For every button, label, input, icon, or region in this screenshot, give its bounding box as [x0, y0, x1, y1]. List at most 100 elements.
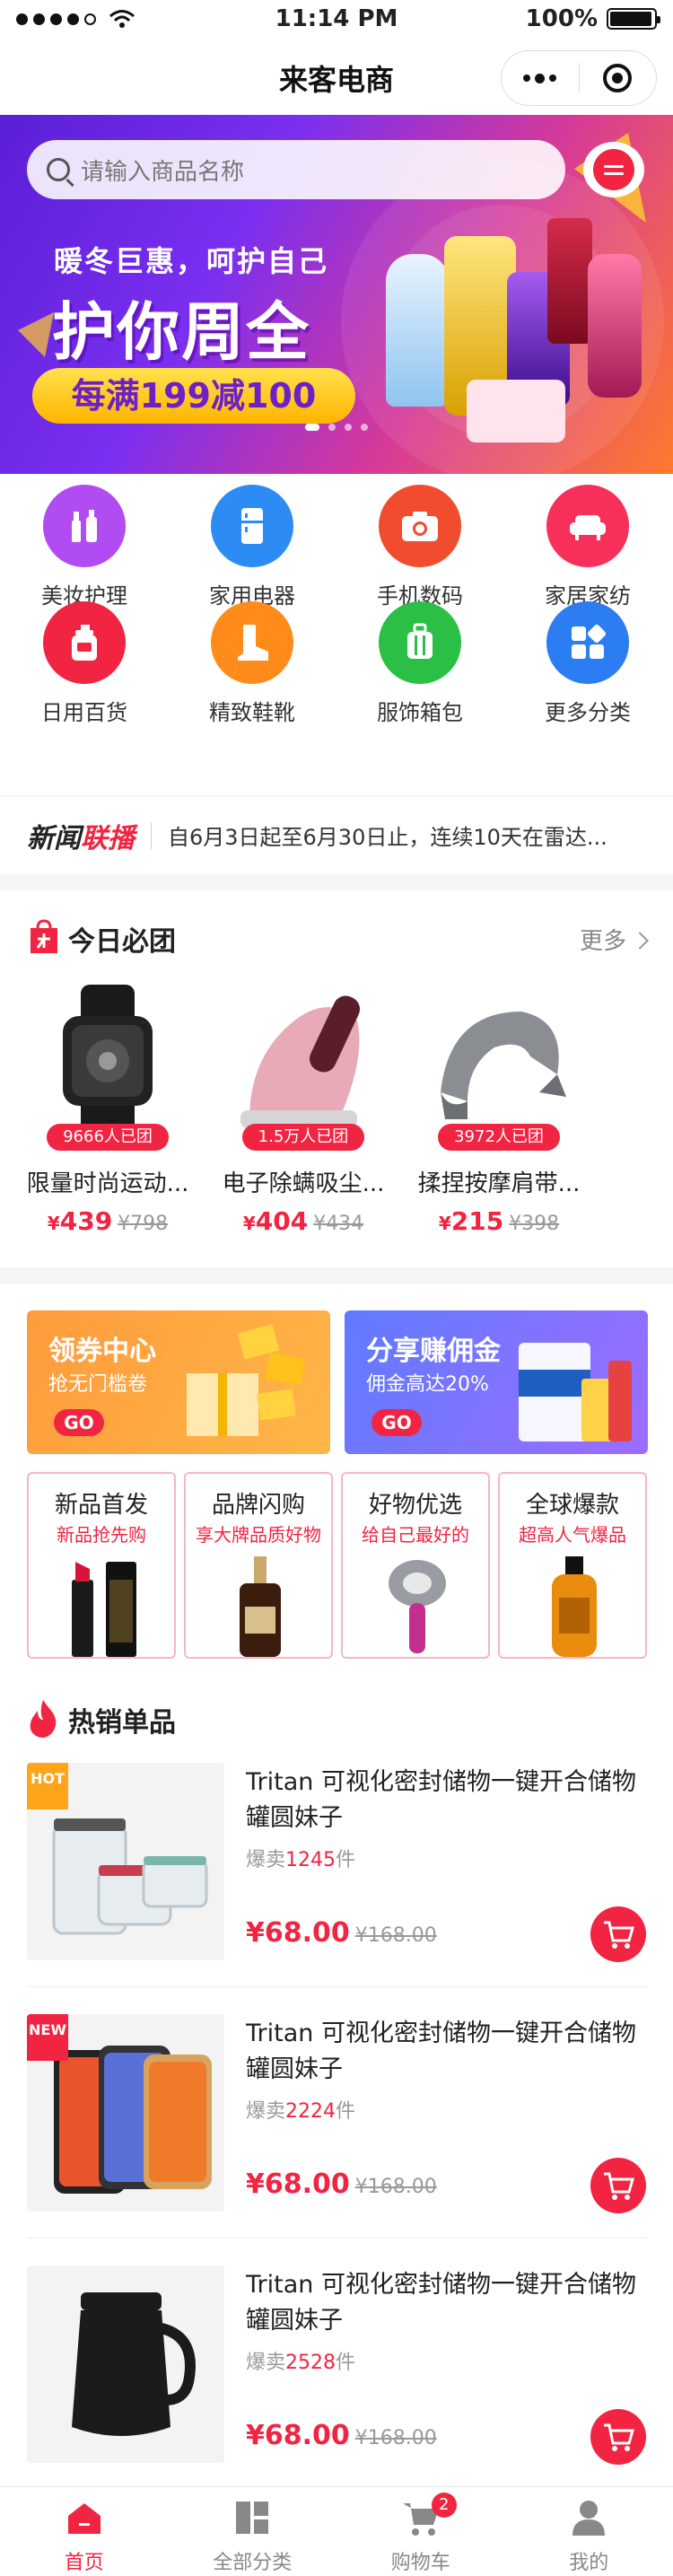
- product-title: Tritan 可视化密封储物一键开合储物罐圆妹子: [246, 1768, 636, 1832]
- currency-symbol: ¥: [246, 2169, 265, 2200]
- add-to-cart-button[interactable]: [590, 2158, 646, 2213]
- camera-icon: [379, 485, 461, 567]
- today-product-row: 9666人已团 限量时尚运动... ¥439 ¥798 1.5万人已团 电子除螨吸尘...…: [0, 980, 673, 1249]
- tab-cart[interactable]: 2 购物车: [336, 2487, 505, 2576]
- sold-count: 爆卖1245件: [246, 1849, 356, 1871]
- group-buy-product[interactable]: 限量¥4: [605, 980, 673, 1231]
- product-name: 限量时尚运动...: [26, 1170, 189, 1197]
- add-to-cart-button[interactable]: [590, 2409, 646, 2465]
- cart-count-badge: 2: [431, 2493, 457, 2518]
- sold-count: 爆卖2224件: [246, 2100, 356, 2123]
- hot-header: 热销单品: [0, 1682, 673, 1754]
- bottle-icon: [43, 601, 126, 684]
- page: 11:14 PM 100% 来客电商 请输入商品名称 暖冬巨惠，呵护自己 护你周…: [0, 0, 673, 2576]
- coupon-center-subtitle: 抢无门槛卷: [48, 1373, 148, 1396]
- makeup-icon: [43, 485, 126, 567]
- feature-card-image: [377, 1553, 458, 1657]
- category-grid[interactable]: 更多分类: [516, 601, 660, 736]
- product-name: 揉捏按摩肩带...: [417, 1170, 581, 1197]
- feature-card[interactable]: 好物优选 给自己最好的: [341, 1472, 490, 1659]
- feature-card-subtitle: 新品抢先购: [57, 1524, 146, 1546]
- today-more-link[interactable]: 更多: [580, 923, 646, 956]
- tab-label: 首页: [64, 2552, 104, 2574]
- hero-banner[interactable]: 请输入商品名称 暖冬巨惠，呵护自己 护你周全 每满199减100: [0, 115, 673, 474]
- share-commission-card[interactable]: 分享赚佣金 佣金高达20% GO: [345, 1310, 648, 1454]
- coupon-go-button[interactable]: GO: [54, 1409, 104, 1436]
- tab-home[interactable]: 首页: [0, 2487, 169, 2576]
- close-program-button[interactable]: [580, 51, 657, 105]
- fire-icon: [30, 1700, 57, 1738]
- banner-headline: 护你周全: [52, 295, 310, 369]
- tab-category[interactable]: 全部分类: [169, 2487, 337, 2576]
- mini-program-capsule: [501, 50, 657, 106]
- original-price: ¥168.00: [354, 1924, 437, 1947]
- feature-card[interactable]: 全球爆款 超高人气爆品: [498, 1472, 647, 1659]
- news-text[interactable]: 自6月3日起至6月30日止，连续10天在雷达...: [168, 819, 607, 851]
- group-buy-product[interactable]: 1.5万人已团 电子除螨吸尘... ¥404 ¥434: [214, 980, 393, 1236]
- news-ticker[interactable]: 新闻联播 自6月3日起至6月30日止，连续10天在雷达...: [0, 795, 673, 874]
- currency-symbol: ¥: [438, 1213, 451, 1234]
- feature-card[interactable]: 品牌闪购 享大牌品质好物: [184, 1472, 333, 1659]
- tab-label: 购物车: [390, 2552, 450, 2574]
- product-image: [418, 980, 580, 1142]
- coupon-center-title: 领券中心: [48, 1336, 156, 1367]
- group-count-badge: 3972人已团: [438, 1124, 560, 1151]
- bottom-tab-bar: 首页 全部分类 2 购物车 我的: [0, 2486, 673, 2576]
- search-bar[interactable]: 请输入商品名称: [27, 140, 565, 199]
- share-go-button[interactable]: GO: [371, 1409, 422, 1436]
- product-image: [223, 980, 384, 1142]
- original-price: ¥398: [509, 1213, 560, 1235]
- more-menu-button[interactable]: [502, 51, 579, 105]
- group-buy-product[interactable]: 3972人已团 揉捏按摩肩带... ¥215 ¥398: [409, 980, 589, 1236]
- message-button[interactable]: [583, 142, 644, 197]
- add-to-cart-button[interactable]: [590, 1906, 646, 1962]
- section-divider: [0, 874, 673, 890]
- fridge-icon: [211, 485, 293, 567]
- tab-user[interactable]: 我的: [505, 2487, 673, 2576]
- product-tag: NEW: [27, 2014, 68, 2061]
- category-boot[interactable]: 精致鞋靴: [180, 601, 324, 736]
- category-label: 精致鞋靴: [209, 700, 295, 725]
- feature-card[interactable]: 新品首发 新品抢先购: [27, 1472, 176, 1659]
- group-buy-product[interactable]: 9666人已团 限量时尚运动... ¥439 ¥798: [18, 980, 197, 1236]
- share-commission-subtitle: 佣金高达20%: [366, 1373, 489, 1396]
- category-sofa[interactable]: 家居家纺: [516, 485, 660, 619]
- share-commission-title: 分享赚佣金: [366, 1336, 501, 1367]
- hot-product-item[interactable]: HOT Tritan 可视化密封储物一键开合储物罐圆妹子 爆卖1245件 ¥68.00…: [0, 1754, 673, 1987]
- product-title: Tritan 可视化密封储物一键开合储物罐圆妹子: [246, 2271, 636, 2335]
- banner-subtitle: 暖冬巨惠，呵护自己: [54, 244, 329, 278]
- category-luggage[interactable]: 服饰箱包: [348, 601, 492, 736]
- cart-icon: [604, 1921, 634, 1949]
- category-label: 服饰箱包: [377, 700, 463, 725]
- category-label: 更多分类: [545, 700, 631, 725]
- category-label: 日用百货: [41, 700, 127, 725]
- category-grid: 美妆护理 家用电器 手机数码 家居家纺日用百货 精致鞋靴 服饰箱包 更多分类: [0, 485, 673, 781]
- home-icon: [63, 2496, 106, 2539]
- feature-card-title: 新品首发: [54, 1492, 148, 1519]
- product-name: 限量: [605, 1165, 673, 1198]
- battery-icon: [607, 8, 660, 30]
- product-image: NEW: [27, 2014, 224, 2212]
- hot-product-item[interactable]: NEW Tritan 可视化密封储物一键开合储物罐圆妹子 爆卖2224件 ¥68.00…: [0, 2005, 673, 2239]
- search-input[interactable]: 请输入商品名称: [81, 153, 244, 187]
- banner-promo: 每满199减100: [32, 368, 355, 424]
- category-camera[interactable]: 手机数码: [348, 485, 492, 619]
- section-divider: [0, 1267, 673, 1284]
- target-icon: [603, 64, 633, 92]
- category-icon: [231, 2496, 274, 2539]
- grid-icon: [546, 601, 629, 684]
- group-count-badge: 1.5万人已团: [242, 1124, 364, 1151]
- feature-card-image: [534, 1553, 615, 1657]
- hot-title: 热销单品: [68, 1707, 176, 1739]
- group-buy-icon: [31, 919, 57, 953]
- product-price: ¥68.00 ¥168.00: [246, 2420, 437, 2451]
- coupon-center-card[interactable]: 领券中心 抢无门槛卷 GO: [27, 1310, 330, 1454]
- product-image: [27, 2265, 224, 2463]
- category-makeup[interactable]: 美妆护理: [13, 485, 156, 619]
- feature-card-subtitle: 享大牌品质好物: [196, 1524, 321, 1546]
- product-price: ¥404 ¥434: [242, 1206, 364, 1236]
- user-icon: [567, 2496, 610, 2539]
- category-bottle[interactable]: 日用百货: [13, 601, 156, 736]
- category-fridge[interactable]: 家用电器: [180, 485, 324, 619]
- hot-product-item[interactable]: Tritan 可视化密封储物一键开合储物罐圆妹子 爆卖2528件 ¥68.00 ¥16…: [0, 2256, 673, 2490]
